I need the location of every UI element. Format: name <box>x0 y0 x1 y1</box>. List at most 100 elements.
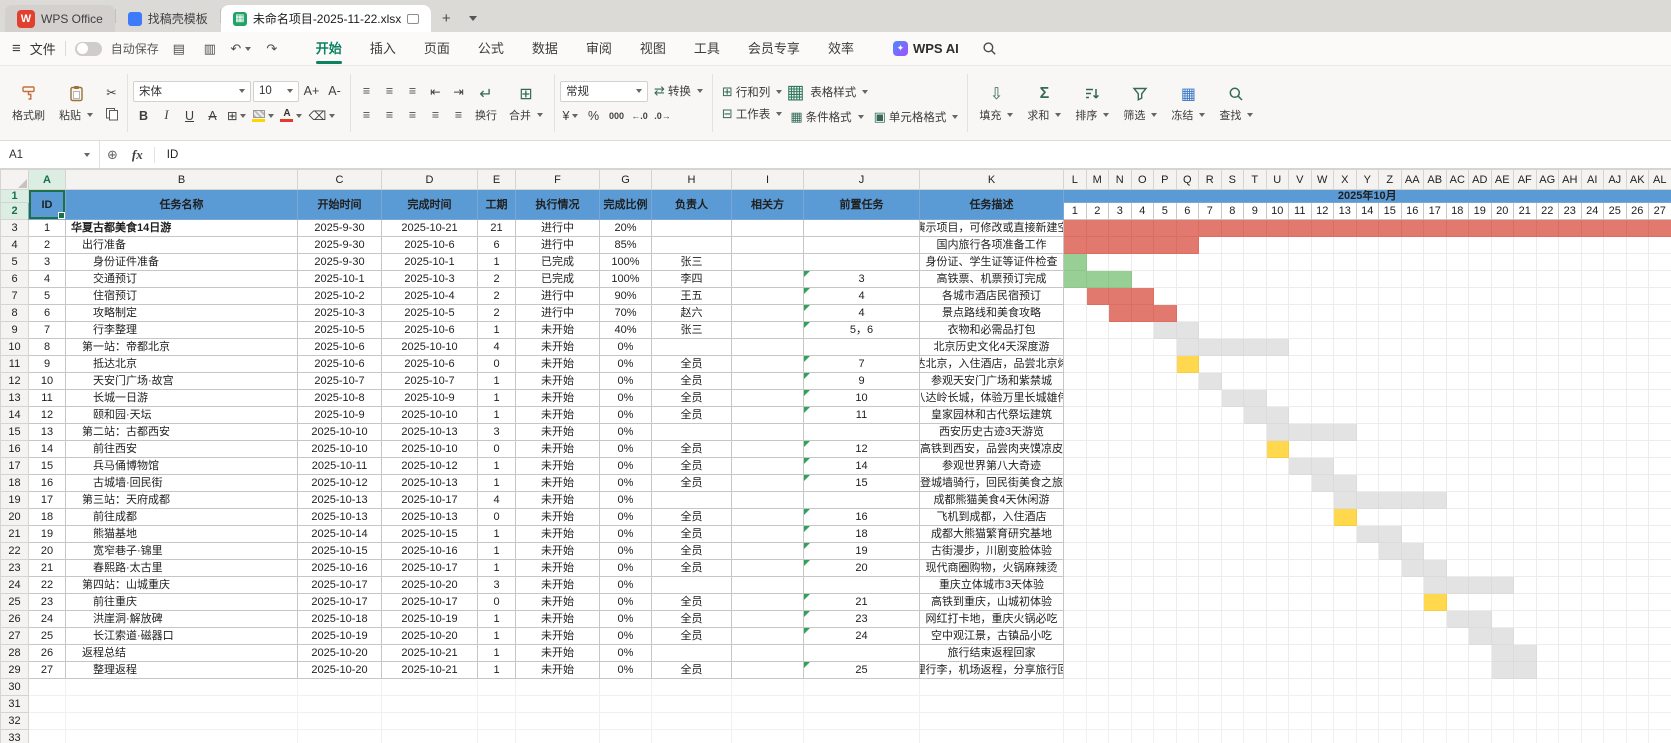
cell-id[interactable]: 10 <box>28 372 66 390</box>
gantt-cell[interactable] <box>1130 440 1154 458</box>
gantt-cell[interactable] <box>1603 610 1627 628</box>
cell-stakeholder[interactable] <box>731 644 804 662</box>
gantt-cell[interactable] <box>1310 627 1334 645</box>
gantt-cell[interactable] <box>1378 440 1402 458</box>
gantt-cell[interactable] <box>1175 406 1199 424</box>
gantt-bar-cell[interactable] <box>1400 559 1424 577</box>
gantt-cell[interactable] <box>1625 372 1649 390</box>
gantt-cell[interactable] <box>1153 491 1177 509</box>
cell-stakeholder[interactable] <box>731 576 804 594</box>
empty-cell[interactable] <box>1423 712 1447 730</box>
gantt-cell[interactable] <box>1468 661 1492 679</box>
column-header-X[interactable]: X <box>1333 169 1357 190</box>
empty-cell[interactable] <box>1063 712 1087 730</box>
empty-cell[interactable] <box>1513 695 1537 713</box>
gantt-cell[interactable] <box>1603 644 1627 662</box>
table-header-cell[interactable]: 完成时间 <box>381 189 478 220</box>
cell-predecessor[interactable]: 10 <box>803 389 920 407</box>
gantt-cell[interactable] <box>1198 576 1222 594</box>
cell-owner[interactable]: 全员 <box>651 559 732 577</box>
gantt-cell[interactable] <box>1288 236 1312 254</box>
filter-button[interactable]: 筛选 <box>1117 81 1163 126</box>
gantt-cell[interactable] <box>1333 593 1357 611</box>
gantt-cell[interactable] <box>1580 627 1604 645</box>
gantt-cell[interactable] <box>1378 304 1402 322</box>
gantt-cell[interactable] <box>1490 542 1514 560</box>
gantt-bar-cell[interactable] <box>1220 219 1244 237</box>
percent-button[interactable]: % <box>583 106 604 126</box>
table-header-cell[interactable]: 任务描述 <box>919 189 1064 220</box>
gantt-cell[interactable] <box>1603 372 1627 390</box>
cell-stakeholder[interactable] <box>731 610 804 628</box>
gantt-day-header[interactable]: 13 <box>1333 202 1357 220</box>
row-header-18[interactable]: 18 <box>0 474 29 492</box>
gantt-cell[interactable] <box>1288 304 1312 322</box>
column-header-AI[interactable]: AI <box>1580 169 1604 190</box>
empty-cell[interactable] <box>731 712 804 730</box>
cell-predecessor[interactable]: 24 <box>803 627 920 645</box>
cell-task-name[interactable]: 前往成都 <box>65 508 298 526</box>
gantt-bar-cell[interactable] <box>1513 661 1537 679</box>
cell-percent[interactable]: 0% <box>599 440 652 458</box>
menu-item-数据[interactable]: 数据 <box>518 32 572 65</box>
gantt-cell[interactable] <box>1063 287 1087 305</box>
gantt-bar-cell[interactable] <box>1108 304 1132 322</box>
gantt-bar-cell[interactable] <box>1468 576 1492 594</box>
gantt-cell[interactable] <box>1288 593 1312 611</box>
gantt-cell[interactable] <box>1513 457 1537 475</box>
gantt-cell[interactable] <box>1243 627 1267 645</box>
wps-ai-button[interactable]: ✦ WPS AI <box>892 41 959 56</box>
gantt-cell[interactable] <box>1490 372 1514 390</box>
empty-cell[interactable] <box>1310 678 1334 696</box>
new-tab-button[interactable]: + <box>435 6 457 30</box>
gantt-cell[interactable] <box>1310 270 1334 288</box>
gantt-cell[interactable] <box>1130 593 1154 611</box>
empty-cell[interactable] <box>651 729 732 743</box>
gantt-day-header[interactable]: 20 <box>1490 202 1514 220</box>
gantt-cell[interactable] <box>1063 627 1087 645</box>
gantt-cell[interactable] <box>1175 491 1199 509</box>
gantt-cell[interactable] <box>1580 559 1604 577</box>
table-header-cell[interactable]: 负责人 <box>651 189 732 220</box>
gantt-cell[interactable] <box>1130 576 1154 594</box>
gantt-cell[interactable] <box>1580 304 1604 322</box>
gantt-cell[interactable] <box>1220 542 1244 560</box>
gantt-cell[interactable] <box>1490 525 1514 543</box>
cell-task-name[interactable]: 身份证件准备 <box>65 253 298 271</box>
gantt-cell[interactable] <box>1603 661 1627 679</box>
cell-stakeholder[interactable] <box>731 627 804 645</box>
gantt-cell[interactable] <box>1130 321 1154 339</box>
gantt-cell[interactable] <box>1288 253 1312 271</box>
gantt-cell[interactable] <box>1423 457 1447 475</box>
gantt-cell[interactable] <box>1580 644 1604 662</box>
gantt-cell[interactable] <box>1558 270 1582 288</box>
gantt-bar-cell[interactable] <box>1310 219 1334 237</box>
empty-cell[interactable] <box>1243 695 1267 713</box>
gantt-cell[interactable] <box>1085 576 1109 594</box>
cell-owner[interactable] <box>651 423 732 441</box>
gantt-cell[interactable] <box>1063 406 1087 424</box>
gantt-cell[interactable] <box>1535 355 1559 373</box>
gantt-cell[interactable] <box>1310 304 1334 322</box>
gantt-cell[interactable] <box>1198 440 1222 458</box>
empty-cell[interactable] <box>731 729 804 743</box>
tab-preview-icon[interactable] <box>407 13 420 24</box>
gantt-cell[interactable] <box>1490 474 1514 492</box>
cell-status[interactable]: 进行中 <box>515 287 600 305</box>
cell-percent[interactable]: 0% <box>599 389 652 407</box>
row-header-31[interactable]: 31 <box>0 695 29 713</box>
empty-cell[interactable] <box>919 712 1064 730</box>
gantt-cell[interactable] <box>1288 372 1312 390</box>
cell-percent[interactable]: 0% <box>599 372 652 390</box>
cell-description[interactable]: 皇家园林和古代祭坛建筑 <box>919 406 1064 424</box>
cell-description[interactable]: 参观世界第八大奇迹 <box>919 457 1064 475</box>
gantt-cell[interactable] <box>1220 372 1244 390</box>
gantt-cell[interactable] <box>1333 627 1357 645</box>
cell-duration[interactable]: 2 <box>477 287 516 305</box>
gantt-cell[interactable] <box>1198 355 1222 373</box>
gantt-cell[interactable] <box>1558 576 1582 594</box>
gantt-cell[interactable] <box>1513 389 1537 407</box>
cell-id[interactable]: 20 <box>28 542 66 560</box>
gantt-cell[interactable] <box>1445 627 1469 645</box>
cell-start-date[interactable]: 2025-9-30 <box>297 219 382 237</box>
